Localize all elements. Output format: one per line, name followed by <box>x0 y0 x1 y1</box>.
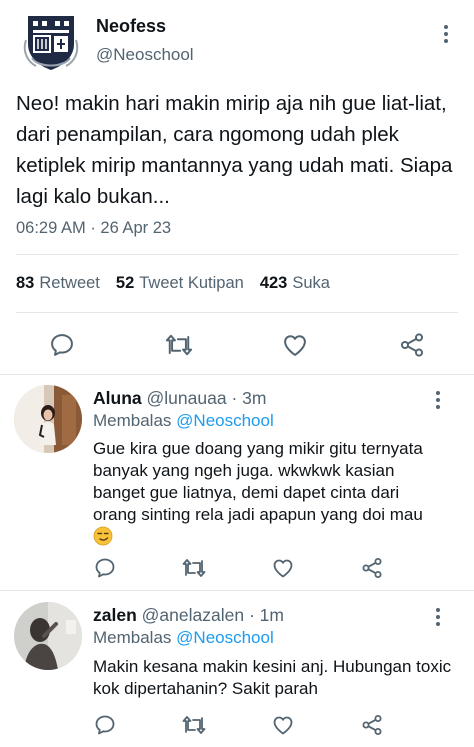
share-icon <box>362 558 382 578</box>
like-button[interactable] <box>271 713 295 742</box>
retweet-icon <box>182 559 206 577</box>
reply-more-options-button[interactable] <box>433 608 443 626</box>
retweet-icon <box>165 334 193 356</box>
heart-icon <box>273 716 293 735</box>
retweets-stat[interactable]: 83 Retweet <box>16 274 100 293</box>
reply-text-block: Gue kira gue doang yang mikir gitu terny… <box>93 438 423 552</box>
tweet-time: 06:29 AM <box>16 219 86 237</box>
heart-icon <box>273 559 293 578</box>
reply-time: 3m <box>242 388 267 408</box>
reply-text: Makin kesana makin kesini anj. Hubungan … <box>93 657 452 698</box>
more-vertical-icon <box>436 391 440 395</box>
share-button[interactable] <box>398 331 426 364</box>
reply-author-handle[interactable]: @lunauaa <box>147 388 227 408</box>
reply-author-name[interactable]: zalen <box>93 605 137 625</box>
reply-button[interactable] <box>48 331 76 364</box>
quotes-label: Tweet Kutipan <box>139 274 244 292</box>
divider <box>16 312 458 313</box>
reply-avatar[interactable] <box>14 385 82 453</box>
reply-more-options-button[interactable] <box>433 391 443 409</box>
author-avatar[interactable] <box>20 12 82 74</box>
quotes-count: 52 <box>115 274 135 292</box>
comment-icon <box>95 715 115 735</box>
likes-label: Suka <box>292 274 330 292</box>
comment-icon <box>51 334 73 356</box>
school-crest-logo-icon <box>23 16 79 70</box>
retweet-button[interactable] <box>181 713 207 742</box>
tweet-timestamp: 06:29 AM · 26 Apr 23 <box>16 219 172 237</box>
retweet-button[interactable] <box>181 556 207 585</box>
more-vertical-icon <box>436 608 440 612</box>
reply-header: zalen @anelazalen · 1m <box>93 605 284 625</box>
reply-tweet[interactable]: zalen @anelazalen · 1m Membalas @Neoscho… <box>0 591 474 747</box>
replying-mention-link[interactable]: @Neoschool <box>176 411 274 430</box>
user-photo-icon <box>14 385 82 453</box>
retweet-icon <box>182 716 206 734</box>
replying-to: Membalas @Neoschool <box>93 411 274 431</box>
share-button[interactable] <box>360 556 384 585</box>
share-icon <box>400 333 424 357</box>
reply-button[interactable] <box>93 556 117 585</box>
replying-prefix: Membalas <box>93 628 172 647</box>
reply-author-name[interactable]: Aluna <box>93 388 142 408</box>
likes-count: 423 <box>259 274 288 292</box>
reply-actions <box>0 556 474 580</box>
reply-button[interactable] <box>93 713 117 742</box>
reply-avatar[interactable] <box>14 602 82 670</box>
likes-stat[interactable]: 423 Suka <box>260 274 330 293</box>
divider <box>16 254 458 255</box>
author-name[interactable]: Neofess <box>96 16 166 37</box>
tweet-stats: 83 Retweet 52 Tweet Kutipan 423 Suka <box>16 274 330 293</box>
tweet-text: Neo! makin hari makin mirip aja nih gue … <box>16 92 453 208</box>
comment-icon <box>95 558 115 578</box>
heart-icon <box>284 335 306 356</box>
like-button[interactable] <box>281 331 309 364</box>
tweet-date: 26 Apr 23 <box>100 219 172 237</box>
share-icon <box>362 715 382 735</box>
retweets-label: Retweet <box>39 274 100 292</box>
more-options-button[interactable] <box>441 25 451 43</box>
share-button[interactable] <box>360 713 384 742</box>
replying-mention-link[interactable]: @Neoschool <box>176 628 274 647</box>
smirk-emoji-icon <box>93 526 113 552</box>
reply-author-handle[interactable]: @anelazalen <box>142 605 244 625</box>
reply-header: Aluna @lunauaa · 3m <box>93 388 267 408</box>
reply-actions <box>0 713 474 737</box>
reply-text: Gue kira gue doang yang mikir gitu terny… <box>93 439 423 524</box>
tweet-actions <box>0 331 474 359</box>
retweet-button[interactable] <box>164 331 194 364</box>
reply-tweet[interactable]: Aluna @lunauaa · 3m Membalas @Neoschool … <box>0 374 474 590</box>
more-vertical-icon <box>444 25 448 29</box>
like-button[interactable] <box>271 556 295 585</box>
replying-to: Membalas @Neoschool <box>93 628 274 648</box>
author-handle[interactable]: @Neoschool <box>96 45 194 65</box>
retweets-count: 83 <box>16 274 35 292</box>
quotes-stat[interactable]: 52 Tweet Kutipan <box>116 274 244 293</box>
user-photo-icon <box>14 602 82 670</box>
reply-time: 1m <box>259 605 284 625</box>
replying-prefix: Membalas <box>93 411 172 430</box>
